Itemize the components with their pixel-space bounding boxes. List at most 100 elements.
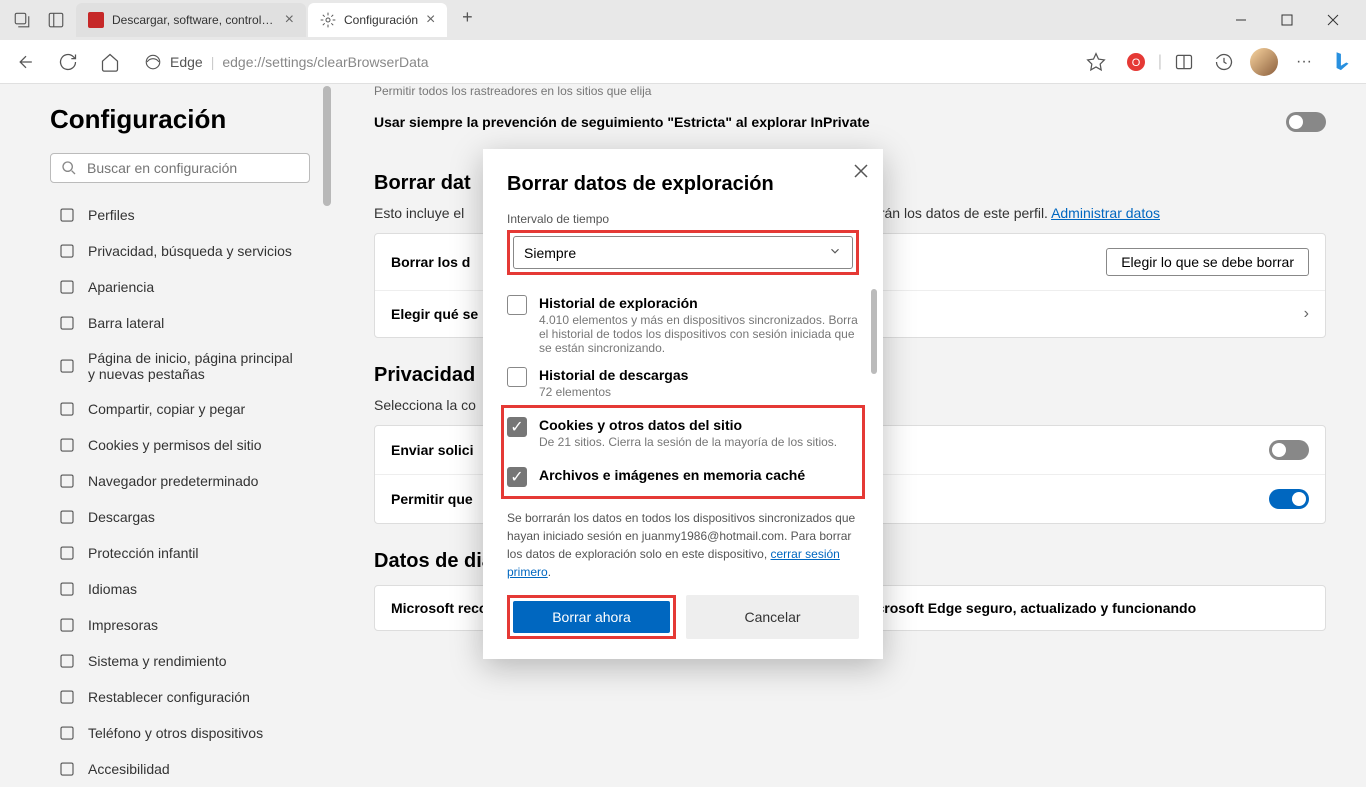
clear-now-button[interactable]: Borrar ahora [513, 601, 670, 633]
check-desc: 72 elementos [539, 385, 859, 399]
dialog-note: Se borrarán los datos en todos los dispo… [507, 509, 859, 581]
sidebar-item-2[interactable]: Apariencia [50, 269, 310, 305]
page-title: Configuración [50, 104, 310, 135]
sidebar-item-4[interactable]: Página de inicio, página principal y nue… [50, 341, 310, 391]
more-button[interactable]: ··· [1286, 44, 1322, 80]
sidebar-item-9[interactable]: Protección infantil [50, 535, 310, 571]
chevron-right-icon[interactable]: › [1304, 305, 1309, 323]
titlebar: Descargar, software, controlador... × Co… [0, 0, 1366, 40]
send-toggle[interactable] [1269, 440, 1309, 460]
sidebar-item-label: Navegador predeterminado [88, 473, 258, 489]
settings-favicon-icon [320, 12, 336, 28]
tab-1[interactable]: Descargar, software, controlador... × [76, 3, 306, 37]
profile-button[interactable] [1246, 44, 1282, 80]
time-range-select[interactable]: Siempre [513, 236, 853, 269]
check-title: Archivos e imágenes en memoria caché [539, 467, 859, 483]
bing-button[interactable] [1326, 46, 1358, 78]
checkbox[interactable] [507, 295, 527, 315]
sidebar-scrollbar[interactable] [320, 84, 334, 728]
strict-label: Usar siempre la prevención de seguimient… [374, 114, 870, 130]
sidebar-item-15[interactable]: Accesibilidad [50, 751, 310, 787]
split-screen-button[interactable] [1166, 44, 1202, 80]
time-range-value: Siempre [524, 245, 576, 261]
edge-icon [144, 53, 162, 71]
tab-2-label: Configuración [344, 13, 418, 27]
nav-icon [58, 760, 76, 778]
back-button[interactable] [8, 44, 44, 80]
tab-2-close-icon[interactable]: × [426, 11, 435, 29]
sidebar-item-1[interactable]: Privacidad, búsqueda y servicios [50, 233, 310, 269]
choose-clear-button[interactable]: Elegir lo que se debe borrar [1106, 248, 1309, 276]
svg-text:O: O [1132, 57, 1141, 69]
nav-icon [58, 436, 76, 454]
sidebar-item-label: Teléfono y otros dispositivos [88, 725, 263, 741]
sidebar-item-label: Página de inicio, página principal y nue… [88, 350, 302, 382]
checkbox[interactable]: ✓ [507, 417, 527, 437]
sidebar-item-0[interactable]: Perfiles [50, 197, 310, 233]
history-button[interactable] [1206, 44, 1242, 80]
sidebar-item-5[interactable]: Compartir, copiar y pegar [50, 391, 310, 427]
sidebar-item-label: Privacidad, búsqueda y servicios [88, 243, 292, 259]
cancel-button[interactable]: Cancelar [686, 595, 859, 639]
nav-icon [58, 580, 76, 598]
nav-icon [58, 472, 76, 490]
close-window-button[interactable] [1310, 4, 1356, 36]
sidebar-item-label: Apariencia [88, 279, 154, 295]
time-range-label: Intervalo de tiempo [507, 212, 859, 226]
chevron-down-icon [828, 244, 842, 261]
sidebar-item-label: Cookies y permisos del sitio [88, 437, 262, 453]
sidebar-item-10[interactable]: Idiomas [50, 571, 310, 607]
tab-favicon-icon [88, 12, 104, 28]
sidebar-item-label: Restablecer configuración [88, 689, 250, 705]
sidebar-item-13[interactable]: Restablecer configuración [50, 679, 310, 715]
sidebar-item-label: Accesibilidad [88, 761, 170, 777]
checkbox[interactable]: ✓ [507, 467, 527, 487]
check-title: Historial de exploración [539, 295, 859, 311]
address-bar[interactable]: Edge | edge://settings/clearBrowserData [134, 53, 1072, 71]
refresh-button[interactable] [50, 44, 86, 80]
sidebar-item-7[interactable]: Navegador predeterminado [50, 463, 310, 499]
check-item-1: Historial de descargas 72 elementos [507, 361, 859, 405]
nav-icon [58, 314, 76, 332]
check-title: Historial de descargas [539, 367, 859, 383]
sidebar-item-3[interactable]: Barra lateral [50, 305, 310, 341]
check-item-3: ✓ Archivos e imágenes en memoria caché [507, 461, 859, 493]
sidebar-item-label: Descargas [88, 509, 155, 525]
dialog-title: Borrar datos de exploración [507, 173, 859, 196]
tab-2[interactable]: Configuración × [308, 3, 447, 37]
allow-toggle[interactable] [1269, 489, 1309, 509]
tab-actions-icon[interactable] [10, 8, 34, 32]
favorites-button[interactable] [1078, 44, 1114, 80]
search-input[interactable] [87, 160, 299, 176]
home-button[interactable] [92, 44, 128, 80]
tab-1-label: Descargar, software, controlador... [112, 13, 277, 27]
settings-search[interactable] [50, 153, 310, 183]
dialog-scrollbar[interactable] [871, 289, 877, 374]
nav-icon [58, 544, 76, 562]
sidebar-item-label: Barra lateral [88, 315, 164, 331]
sidebar-item-8[interactable]: Descargas [50, 499, 310, 535]
dialog-close-button[interactable] [853, 163, 869, 184]
strict-toggle[interactable] [1286, 112, 1326, 132]
checkbox[interactable] [507, 367, 527, 387]
minimize-button[interactable] [1218, 4, 1264, 36]
sidebar-item-14[interactable]: Teléfono y otros dispositivos [50, 715, 310, 751]
tab-1-close-icon[interactable]: × [285, 11, 294, 29]
new-tab-button[interactable]: + [453, 3, 481, 31]
workspaces-icon[interactable] [44, 8, 68, 32]
sidebar-item-6[interactable]: Cookies y permisos del sitio [50, 427, 310, 463]
extension-icon[interactable]: O [1118, 44, 1154, 80]
card-clear-now-label: Borrar los d [391, 254, 470, 270]
site-identity: Edge [170, 54, 203, 70]
search-icon [61, 160, 77, 176]
check-item-0: Historial de exploración4.010 elementos … [507, 289, 859, 361]
sidebar-item-12[interactable]: Sistema y rendimiento [50, 643, 310, 679]
maximize-button[interactable] [1264, 4, 1310, 36]
url-text: edge://settings/clearBrowserData [222, 54, 428, 70]
nav-icon [58, 242, 76, 260]
sidebar-item-11[interactable]: Impresoras [50, 607, 310, 643]
nav-icon [58, 278, 76, 296]
clear-data-dialog: Borrar datos de exploración Intervalo de… [483, 149, 883, 659]
nav-icon [58, 688, 76, 706]
manage-data-link[interactable]: Administrar datos [1051, 205, 1160, 221]
